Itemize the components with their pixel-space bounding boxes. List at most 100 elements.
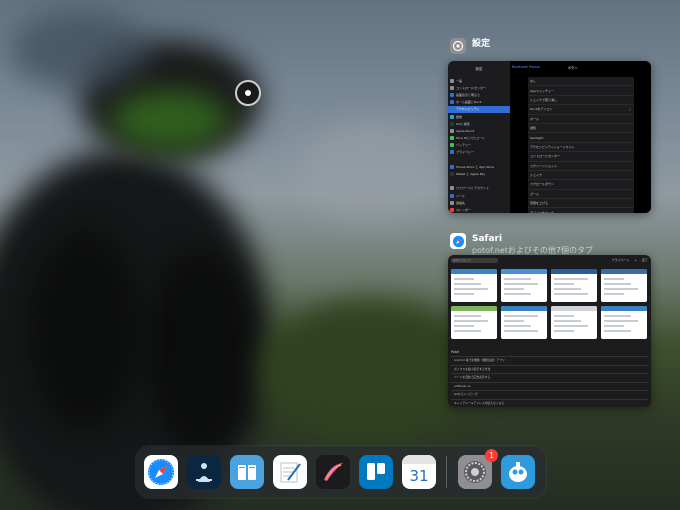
settings-option-label: Spotlight (530, 135, 544, 140)
sidebar-item[interactable]: ホーム画面とDock (448, 99, 510, 106)
settings-option[interactable]: ホーム (528, 114, 634, 124)
notes-dock-icon[interactable] (273, 455, 307, 489)
sidebar-item[interactable]: バッテリー (448, 142, 510, 149)
private-button[interactable]: プライベート (611, 258, 629, 262)
sidebar-item-label: コントロールセンター (456, 85, 487, 90)
sidebar-item-label: カレンダー (456, 207, 472, 212)
tab-content-line (554, 293, 588, 295)
settings-option[interactable]: コントロールセンター (528, 152, 634, 162)
calendar-day-number: 31 (409, 467, 429, 485)
tab-content-line (604, 320, 638, 322)
settings-main-header: Bluetooth Mouse ボタン (510, 61, 651, 73)
sidebar-item[interactable]: パスワードとアカウント (448, 185, 510, 192)
tweetbot-dock-icon[interactable] (501, 455, 535, 489)
safari-tab-thumbnail[interactable] (551, 269, 597, 302)
settings-app-name: 設定 (472, 39, 491, 49)
sidebar-item[interactable]: 壁紙 (448, 113, 510, 120)
settings-app-card[interactable]: 設定 一般 コントロールセンター 画面表示と明るさ ホーム画面とDock アクセシビリテ… (448, 61, 651, 213)
tab-header-bar (501, 269, 547, 274)
sidebar-item-icon (450, 128, 454, 133)
procreate-dock-icon[interactable] (316, 455, 350, 489)
sidebar-item[interactable]: 連絡先 (448, 199, 510, 206)
tab-content-line (504, 330, 538, 332)
safari-list-item[interactable]: softbank.ne (451, 381, 648, 391)
tab-content-line (504, 288, 524, 290)
settings-option[interactable]: Dockをアイコン ✓ (528, 105, 634, 115)
safari-tab-thumbnail[interactable] (501, 306, 547, 339)
settings-app-icon (450, 38, 466, 54)
sidebar-item[interactable]: Siriと検索 (448, 120, 510, 127)
settings-app-label[interactable]: 設定 (450, 38, 490, 54)
sidebar-item[interactable]: Wallet と Apple Pay (448, 170, 510, 177)
sidebar-item-icon (450, 158, 454, 162)
add-tab-icon[interactable]: + (634, 258, 637, 262)
safari-app-label[interactable]: Safari potof.netおよびその他7個のタブ (450, 233, 593, 256)
safari-list-item[interactable]: キャリアメールアドレスが使えなくなる (451, 398, 648, 408)
safari-list-item[interactable]: Gitからトッピング (451, 390, 648, 399)
safari-search-field[interactable]: 検索または入力 (451, 257, 498, 263)
sidebar-item-label: ホーム画面とDock (456, 100, 482, 105)
safari-app-card[interactable]: 検索または入力 プライベート + 完了 Potof Android 版で新機能（… (448, 255, 651, 407)
sidebar-item[interactable]: Face IDとパスコード (448, 135, 510, 142)
settings-option[interactable]: スクロールダウン (528, 180, 634, 190)
tab-content-line (504, 325, 531, 327)
safari-tab-thumbnail[interactable] (451, 269, 497, 302)
safari-tab-thumbnail[interactable] (501, 269, 547, 302)
kindle-dock-icon[interactable] (187, 455, 221, 489)
tab-content-line (554, 315, 574, 317)
trello-dock-icon[interactable] (359, 455, 393, 489)
settings-option[interactable]: Appスイッチャー (528, 86, 634, 96)
settings-option[interactable]: シェイクで取り消し (528, 95, 634, 106)
sidebar-item[interactable]: アクセシビリティ (448, 105, 510, 113)
settings-option[interactable]: アクセシビリティショートカット (528, 142, 634, 153)
sidebar-item-label: Siriと検索 (456, 121, 470, 126)
settings-option-label: なし (530, 79, 537, 84)
tab-content-line (604, 283, 631, 285)
books-dock-icon[interactable] (230, 455, 264, 489)
settings-option[interactable]: 通知 (528, 123, 634, 134)
sidebar-item[interactable]: 一般 (448, 77, 510, 84)
settings-sidebar-title: 設定 (475, 67, 483, 71)
safari-tab-thumbnail[interactable] (551, 306, 597, 339)
calendar-dock-icon[interactable]: 31 (402, 455, 436, 489)
safari-app-icon (450, 233, 466, 249)
sidebar-item-label: 一般 (456, 78, 463, 83)
sidebar-item[interactable]: プライバシー (448, 149, 510, 156)
settings-main-title: ボタン (567, 65, 578, 70)
tab-content-line (604, 288, 638, 290)
tab-header-bar (451, 306, 497, 311)
sidebar-item[interactable]: Apple Pencil (448, 127, 510, 134)
safari-list-item[interactable]: ボックスを縮小表示する方法 (451, 364, 648, 374)
settings-option[interactable]: Spotlight (528, 133, 634, 143)
back-link[interactable]: Bluetooth Mouse (512, 65, 540, 69)
sidebar-item[interactable]: メール (448, 192, 510, 199)
tab-content-line (454, 330, 481, 332)
sidebar-item[interactable]: カレンダー (448, 206, 510, 213)
settings-option[interactable]: なし (528, 77, 634, 87)
settings-option[interactable]: デバイスをロック (528, 208, 634, 213)
sidebar-item[interactable]: iTunes Store と App Store (448, 163, 510, 170)
safari-list-item[interactable]: Android 版で新機能（機能追加）アプリ (451, 356, 648, 365)
sidebar-item[interactable]: コントロールセンター (448, 84, 510, 91)
safari-list-item[interactable]: ページを自動で広告表示する (451, 373, 648, 382)
sidebar-item (448, 156, 510, 163)
done-button[interactable]: 完了 (642, 258, 648, 262)
sidebar-item (448, 178, 510, 185)
safari-tab-thumbnail[interactable] (451, 306, 497, 339)
sidebar-item[interactable]: 画面表示と明るさ (448, 91, 510, 98)
settings-dock-icon[interactable]: 1 (458, 449, 498, 489)
settings-option[interactable]: シェイク (528, 170, 634, 181)
settings-option-label: ズーム (530, 191, 539, 196)
settings-option-list: なし Appスイッチャー シェイクで取り消し Dockをアイコン ✓ ホーム通知 Spotl… (528, 77, 634, 213)
safari-tab-thumbnail[interactable] (601, 269, 647, 302)
sidebar-item-icon (450, 114, 454, 119)
settings-option-label: ホーム (530, 116, 539, 121)
tab-content-line (604, 315, 631, 317)
safari-tab-thumbnail[interactable] (601, 306, 647, 339)
settings-option[interactable]: スクリーンショット (528, 161, 634, 171)
settings-option[interactable]: 音量を上げる (528, 199, 634, 209)
safari-dock-icon[interactable] (144, 455, 178, 489)
settings-option-label: スクロールダウン (530, 182, 555, 187)
safari-tab-list: Potof Android 版で新機能（機能追加）アプリ ボックスを縮小表示する方… (451, 349, 648, 407)
settings-option[interactable]: ズーム (528, 189, 634, 200)
